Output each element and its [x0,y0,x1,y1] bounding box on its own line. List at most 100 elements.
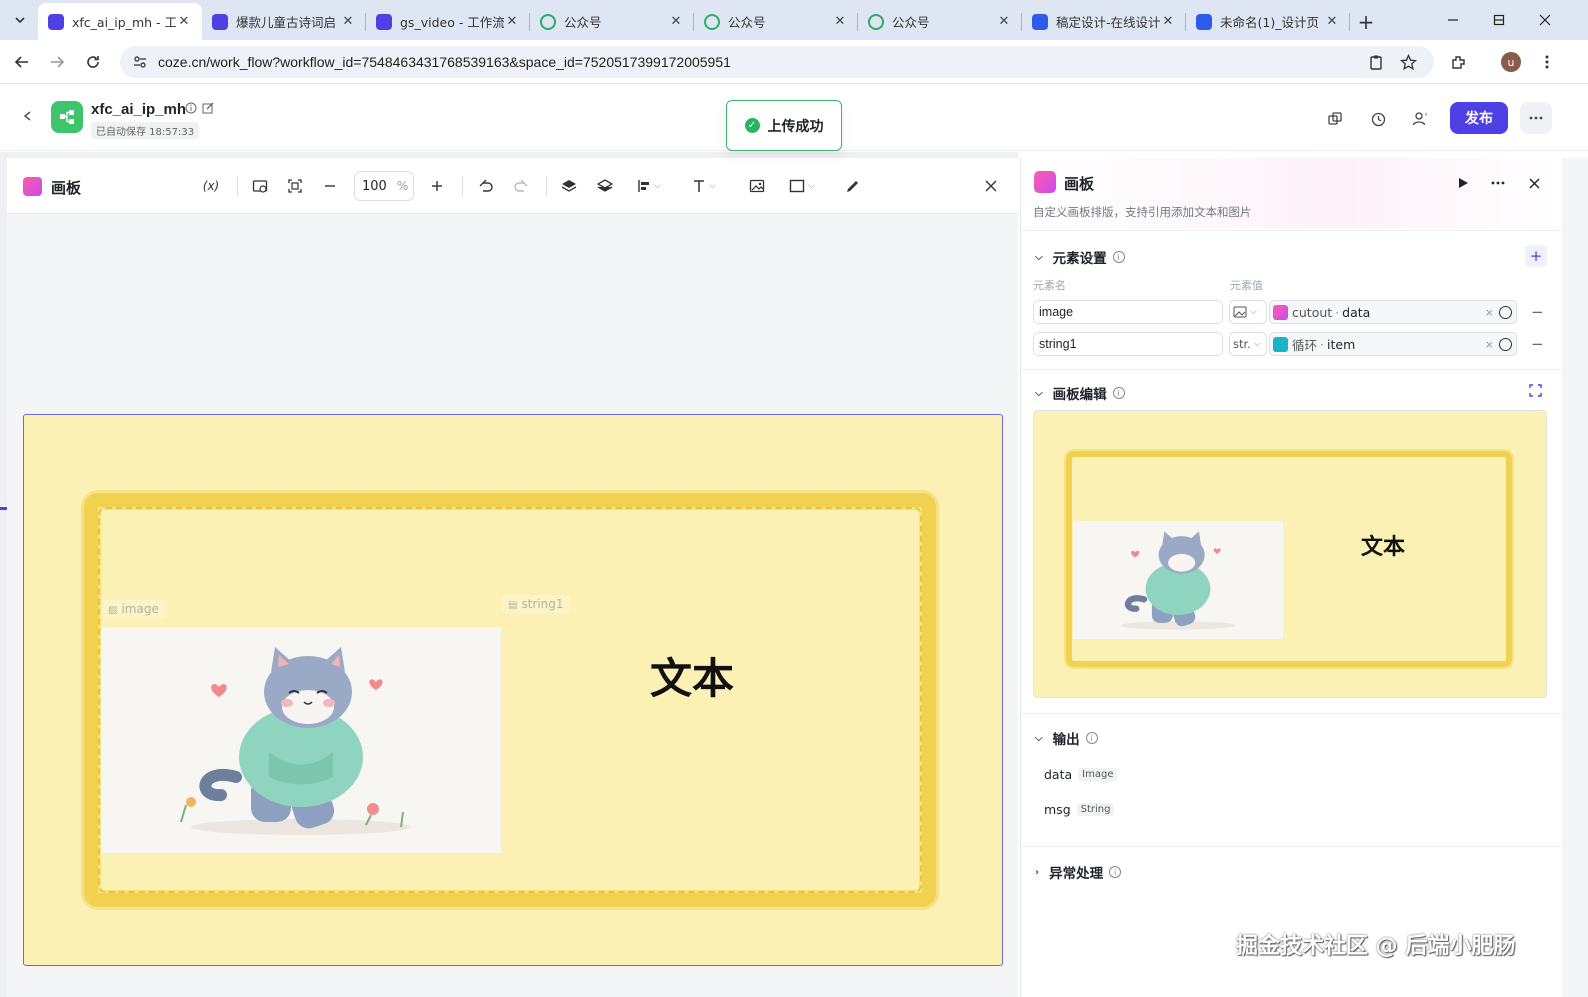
tab-title: 爆款儿童古诗词启 [236,15,337,30]
element-name-input[interactable]: string1 [1033,332,1223,356]
toast-message: 上传成功 [767,118,824,135]
extensions-icon[interactable] [1449,53,1467,71]
maximize-button[interactable] [1476,0,1522,40]
canvas-preview[interactable]: 文本 [1033,410,1547,698]
elements-section-header[interactable]: ⌵ 元素设置 i [1035,247,1125,267]
pen-tool-icon[interactable] [841,175,863,197]
back-to-list-button[interactable] [22,107,34,126]
rectangle-icon [789,179,805,193]
browser-tab[interactable]: 公众号 ✕ [530,3,694,40]
zoom-input[interactable]: 100 % [354,171,414,201]
panel-more-button[interactable] [1487,172,1509,194]
clear-icon[interactable]: × [1485,338,1494,351]
new-tab-button[interactable]: + [1350,3,1382,40]
forward-button[interactable] [45,50,69,74]
fit-view-icon[interactable] [284,175,306,197]
align-dropdown[interactable]: ⌵ [632,175,666,197]
close-tab-icon[interactable]: ✕ [1324,14,1340,29]
canvas-editor: 画板 (x) 100 % ⌵ ⌵ ⌵ ▨ image ▤ string1 文本 [7,158,1018,997]
chevron-down-icon: ⌵ [1250,307,1257,317]
close-tab-icon[interactable]: ✕ [504,14,520,29]
node-property-panel: 画板 自定义画板排版，支持引用添加文本和图片 ⌵ 元素设置 i + 元素名 元素… [1020,158,1561,997]
browser-tab[interactable]: 公众号 ✕ [858,3,1022,40]
canvas-text-element[interactable]: 文本 [650,645,734,706]
close-tab-icon[interactable]: ✕ [176,14,192,29]
history-icon[interactable] [1366,107,1390,131]
error-handling-section-header[interactable]: › 异常处理 i [1035,862,1122,882]
column-label-name: 元素名 [1033,279,1066,292]
canvas-edit-section-header[interactable]: ⌵ 画板编辑 i [1035,383,1125,403]
close-window-button[interactable] [1522,0,1568,40]
browser-tab[interactable]: 稿定设计-在线设计 ✕ [1022,3,1186,40]
watermark: 掘金技术社区 @ 后端小肥肠 [1236,934,1516,959]
remove-element-button[interactable]: − [1531,303,1544,321]
element-value-ref[interactable]: 循环 · item × [1269,332,1517,356]
cat-image-element[interactable] [101,627,501,853]
output-section-header[interactable]: ⌵ 输出 i [1035,728,1098,748]
info-icon[interactable] [185,102,199,116]
info-icon[interactable]: i [1112,251,1125,263]
minimize-button[interactable] [1430,0,1476,40]
shape-tool-dropdown[interactable]: ⌵ [783,175,821,197]
collaborators-icon[interactable] [1409,107,1433,131]
close-editor-button[interactable] [980,175,1002,197]
publish-button[interactable]: 发布 [1450,102,1508,134]
redo-icon[interactable] [510,175,532,197]
browser-menu-icon[interactable] [1538,53,1556,71]
url-field[interactable]: coze.cn/work_flow?workflow_id=7548463431… [120,46,1434,78]
string-element-label: ▤ string1 [502,595,570,613]
clear-icon[interactable]: × [1485,306,1494,319]
browser-tab[interactable]: xfc_ai_ip_mh - 工 ✕ [38,3,202,40]
remove-element-button[interactable]: − [1531,335,1544,353]
url-text: coze.cn/work_flow?workflow_id=7548463431… [158,54,731,70]
tab-search-dropdown[interactable] [8,8,32,32]
browser-tab[interactable]: gs_video - 工作流 ✕ [366,3,530,40]
profile-avatar[interactable]: u [1501,52,1521,72]
close-tab-icon[interactable]: ✕ [340,14,356,29]
panel-scrollbar[interactable] [1562,158,1588,997]
expand-icon[interactable] [1529,384,1543,398]
close-tab-icon[interactable]: ✕ [1160,14,1176,29]
info-icon[interactable]: i [1112,387,1125,399]
element-type-select[interactable]: ⌵ [1229,300,1267,324]
tab-title: 公众号 [564,15,602,30]
browser-tab[interactable]: 公众号 ✕ [694,3,858,40]
frame-settings-icon[interactable] [249,175,271,197]
bring-forward-icon[interactable] [558,175,580,197]
element-type-select[interactable]: str. ⌵ [1229,332,1267,356]
close-tab-icon[interactable]: ✕ [668,14,684,29]
info-icon[interactable]: i [1085,732,1098,744]
undo-icon[interactable] [475,175,497,197]
site-settings-icon[interactable] [132,54,148,70]
add-element-button[interactable]: + [1525,245,1547,267]
send-backward-icon[interactable] [594,175,616,197]
canvas-toolbar: 画板 (x) 100 % ⌵ ⌵ ⌵ [7,158,1018,214]
browser-tab[interactable]: 爆款儿童古诗词启 ✕ [202,3,366,40]
target-icon[interactable] [1499,337,1512,351]
edit-icon[interactable] [202,102,216,116]
more-options-button[interactable] [1520,102,1552,134]
element-name-input[interactable]: image [1033,300,1223,324]
back-button[interactable] [10,50,34,74]
info-icon[interactable]: i [1109,866,1122,878]
zoom-out-icon[interactable] [319,175,341,197]
close-panel-button[interactable] [1523,172,1545,194]
reload-button[interactable] [81,50,105,74]
zoom-in-icon[interactable] [426,175,448,197]
tab-title: gs_video - 工作流 [400,15,504,30]
close-tab-icon[interactable]: ✕ [832,14,848,29]
chevron-left-icon [23,111,31,121]
canvas-area[interactable]: ▨ image ▤ string1 文本 [7,215,1018,997]
variables-button[interactable]: (x) [200,175,222,197]
text-tool-dropdown[interactable]: ⌵ [687,175,721,197]
browser-tab[interactable]: 未命名(1)_设计页 ✕ [1186,3,1350,40]
element-value-ref[interactable]: cutout · data × [1269,300,1517,324]
image-tool-icon[interactable] [746,175,768,197]
run-node-button[interactable] [1452,172,1474,194]
bookmark-star-icon[interactable] [1399,53,1417,71]
target-icon[interactable] [1499,305,1512,319]
clipboard-icon[interactable] [1367,53,1385,71]
close-tab-icon[interactable]: ✕ [996,14,1012,29]
copy-workflow-icon[interactable] [1323,107,1347,131]
canvas-board[interactable]: ▨ image ▤ string1 文本 [23,414,1003,966]
